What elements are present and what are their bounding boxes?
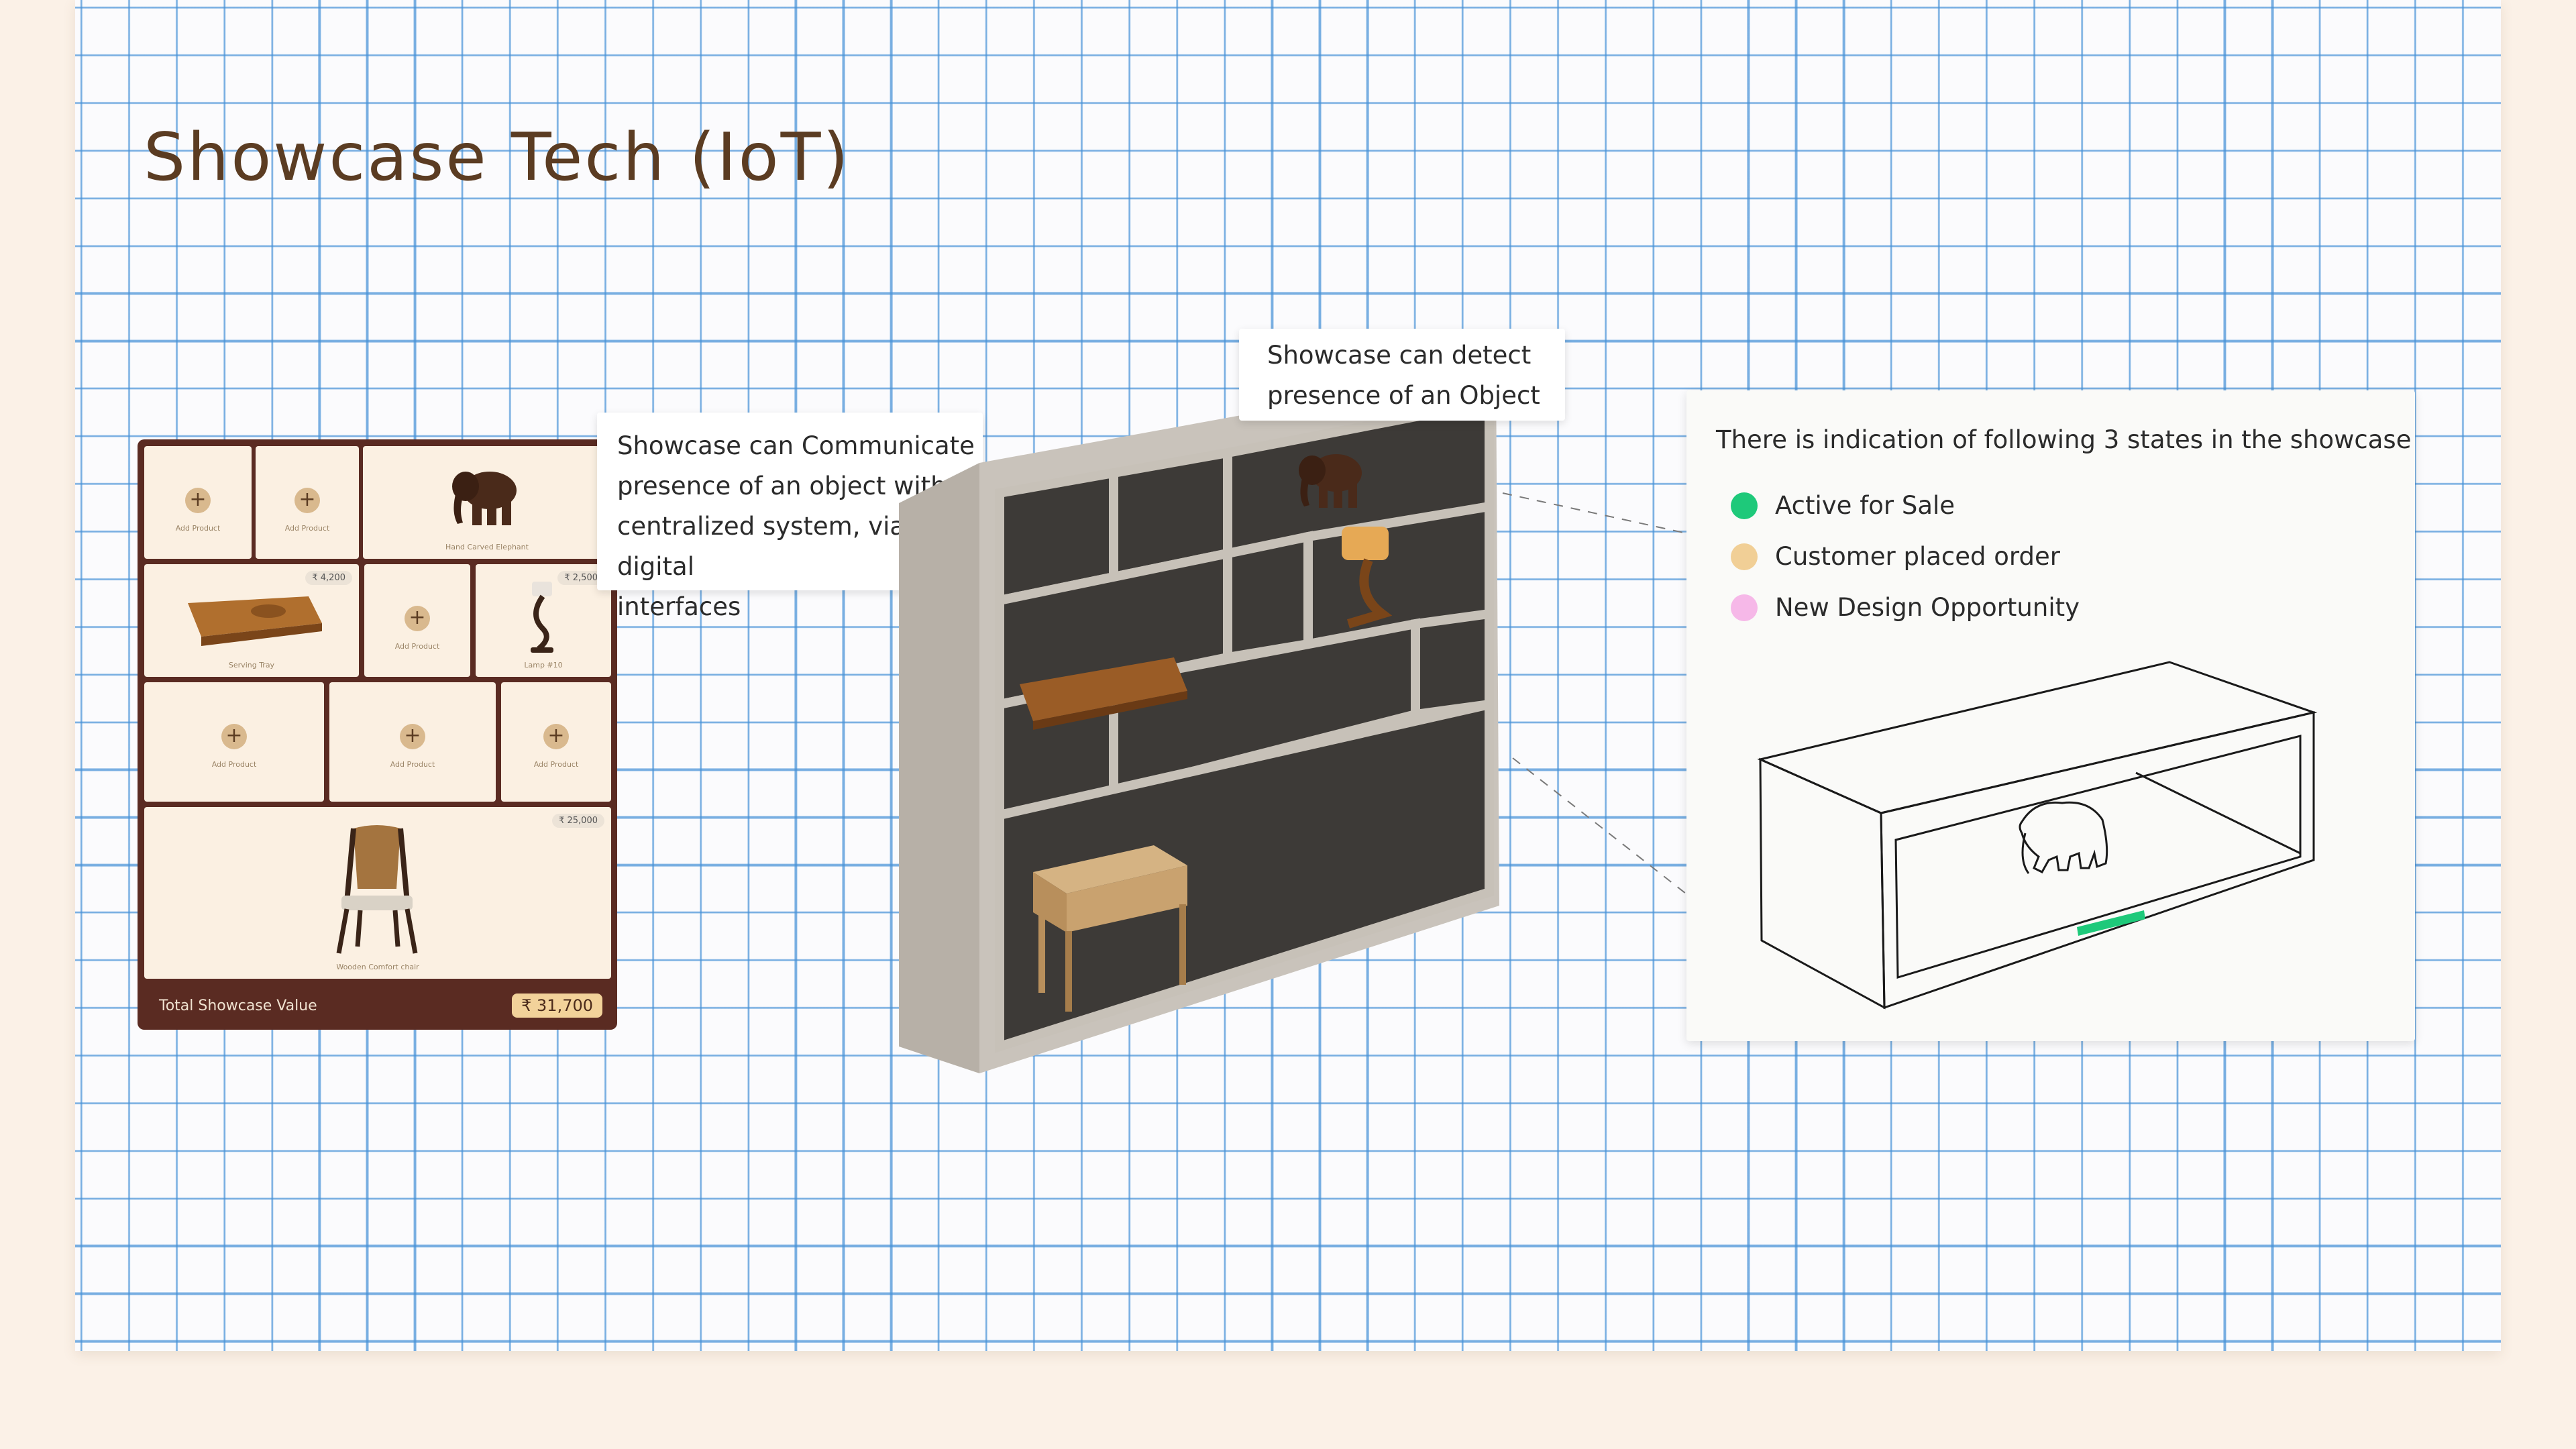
product-card-serving-tray[interactable]: ₹ 4,200 Serving Tray	[144, 564, 359, 677]
plus-icon: +	[294, 488, 320, 513]
elephant-icon	[452, 472, 517, 525]
detect-callout: Showcase can detect presence of an Objec…	[1239, 329, 1565, 421]
add-product-card[interactable]: + Add Product	[256, 446, 359, 559]
card-label: Add Product	[390, 760, 435, 769]
card-label: Add Product	[284, 524, 330, 533]
lamp-icon	[531, 582, 553, 653]
card-label: Lamp #10	[524, 661, 563, 669]
card-label: Add Product	[211, 760, 257, 769]
add-product-card[interactable]: + Add Product	[364, 564, 470, 677]
plus-icon: +	[185, 488, 211, 513]
states-panel: There is indication of following 3 state…	[1686, 390, 2415, 1041]
product-card-lamp[interactable]: ₹ 2,500 Lamp #10	[476, 564, 611, 677]
card-label: Add Product	[175, 524, 221, 533]
add-product-card[interactable]: + Add Product	[144, 682, 324, 802]
total-value-label: Total Showcase Value	[159, 998, 317, 1014]
card-label: Add Product	[394, 642, 440, 651]
add-product-card[interactable]: + Add Product	[144, 446, 252, 559]
plus-icon: +	[400, 724, 425, 749]
showcase-box-wireframe	[1757, 661, 2318, 1010]
tray-icon	[188, 596, 322, 646]
plus-icon: +	[543, 724, 569, 749]
add-product-card[interactable]: + Add Product	[501, 682, 611, 802]
add-product-card[interactable]: + Add Product	[329, 682, 496, 802]
product-card-chair[interactable]: ₹ 25,000 Wooden Comfort chair	[144, 807, 611, 979]
card-label: Wooden Comfort chair	[336, 963, 419, 971]
card-label: Serving Tray	[228, 661, 275, 669]
card-label: Hand Carved Elephant	[445, 543, 529, 551]
plus-icon: +	[221, 724, 247, 749]
chair-icon	[336, 825, 418, 954]
product-card-elephant[interactable]: Hand Carved Elephant	[363, 446, 611, 559]
price-badge: ₹ 25,000	[552, 814, 604, 828]
callout-line: presence of an Object	[1267, 381, 1540, 410]
callout-line: Showcase can detect	[1267, 341, 1532, 370]
total-value-badge: ₹ 31,700	[512, 994, 602, 1018]
dashboard-footer: Total Showcase Value ₹ 31,700	[138, 983, 617, 1030]
plus-icon: +	[405, 606, 430, 631]
showcase-dashboard: + Add Product + Add Product Hand Carved …	[138, 439, 617, 1030]
card-label: Add Product	[533, 760, 579, 769]
showcase-shelf-illustration	[899, 376, 1499, 1073]
